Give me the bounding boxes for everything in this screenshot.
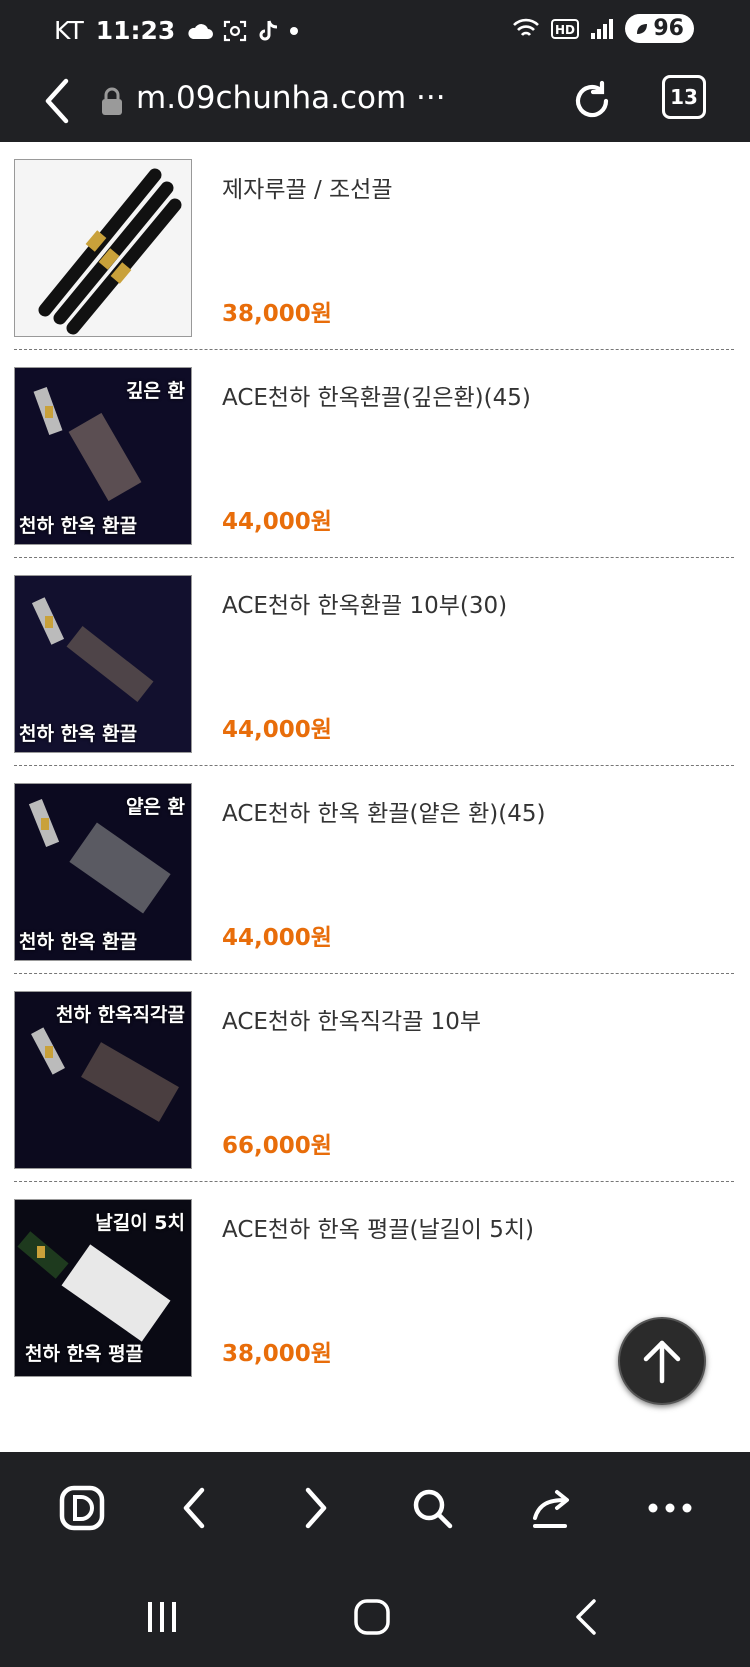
system-back-button[interactable] [556, 1592, 616, 1642]
reload-button[interactable] [566, 72, 618, 130]
nav-back-button[interactable] [164, 1478, 224, 1538]
thumbnail-caption-top: 깊은 환 [125, 380, 185, 402]
product-name[interactable]: ACE천하 한옥환끌(깊은환)(45) [222, 378, 531, 412]
reload-icon [575, 80, 609, 118]
product-item[interactable]: 얕은 환 천하 한옥 환끌 ACE천하 한옥 환끌(얕은 환)(45) 44,0… [14, 766, 734, 973]
chevron-left-icon [183, 1487, 205, 1529]
home-icon [354, 1599, 390, 1635]
lock-icon [102, 87, 122, 115]
tabs-button[interactable]: 13 [662, 75, 706, 119]
product-item[interactable]: 천하 한옥직각끌 ACE천하 한옥직각끌 10부 66,000원 [14, 974, 734, 1181]
system-nav-bar [0, 1564, 750, 1667]
leaf-icon [637, 23, 648, 34]
scroll-to-top-button[interactable] [618, 1317, 706, 1405]
product-item[interactable]: 깊은 환 천하 한옥 환끌 ACE천하 한옥환끌(깊은환)(45) 44,000… [14, 350, 734, 557]
share-icon [533, 1490, 569, 1528]
product-thumbnail[interactable] [14, 159, 192, 337]
share-button[interactable] [522, 1478, 582, 1538]
product-name[interactable]: ACE천하 한옥환끌 10부(30) [222, 586, 507, 620]
thumbnail-caption-bottom: 천하 한옥 평끌 [25, 1343, 144, 1365]
chisel-set-image [15, 160, 191, 336]
hd-icon: HD [551, 18, 580, 39]
product-price: 44,000원 [222, 509, 332, 535]
extension-button[interactable] [52, 1478, 112, 1538]
d-logo-icon [59, 1485, 105, 1531]
product-item[interactable]: 제자루끌 / 조선끌 38,000원 [14, 142, 734, 349]
thumbnail-caption-bottom: 천하 한옥 환끌 [19, 515, 138, 537]
carrier-label: KT [54, 16, 84, 45]
back-button[interactable] [32, 72, 82, 130]
browser-url-bar: m.09chunha.com ··· 13 [0, 60, 750, 142]
product-name[interactable]: ACE천하 한옥 평끌(날길이 5치) [222, 1210, 534, 1244]
home-button[interactable] [342, 1592, 402, 1642]
more-menu-button[interactable] [640, 1478, 700, 1538]
url-field[interactable]: m.09chunha.com ··· [136, 80, 446, 116]
battery-level: 96 [653, 16, 684, 41]
more-horizontal-icon [648, 1503, 692, 1513]
product-list: 제자루끌 / 조선끌 38,000원 깊은 환 천하 한옥 환끌 ACE천하 한… [0, 142, 750, 1452]
recent-apps-button[interactable] [132, 1592, 192, 1642]
screenshot-icon [224, 20, 247, 41]
arrow-up-icon [643, 1340, 681, 1384]
product-name[interactable]: ACE천하 한옥직각끌 10부 [222, 1002, 481, 1036]
product-thumbnail[interactable]: 날길이 5치 천하 한옥 평끌 [14, 1199, 192, 1377]
cloud-icon [188, 23, 214, 39]
search-button[interactable] [402, 1478, 462, 1538]
product-thumbnail[interactable]: 얕은 환 천하 한옥 환끌 [14, 783, 192, 961]
recent-apps-icon [148, 1602, 176, 1632]
chevron-left-icon [576, 1599, 596, 1635]
browser-toolbar [0, 1452, 750, 1564]
thumbnail-caption-top: 천하 한옥직각끌 [56, 1004, 185, 1026]
battery-indicator: 96 [625, 14, 694, 43]
dot-icon [290, 26, 299, 35]
status-left: KT 11:23 [54, 16, 299, 45]
product-thumbnail[interactable]: 깊은 환 천하 한옥 환끌 [14, 367, 192, 545]
thumbnail-caption-bottom: 천하 한옥 환끌 [19, 931, 138, 953]
product-price: 38,000원 [222, 301, 332, 327]
tiktok-icon [259, 20, 278, 40]
clock: 11:23 [95, 16, 176, 45]
status-bar: KT 11:23 HD 96 [0, 0, 750, 60]
thumbnail-caption-top: 얕은 환 [125, 796, 185, 818]
nav-forward-button[interactable] [286, 1478, 346, 1538]
thumbnail-caption-bottom: 천하 한옥 환끌 [19, 723, 138, 745]
signal-icon [591, 18, 614, 39]
chevron-left-icon [45, 78, 69, 124]
product-item[interactable]: 천하 한옥 환끌 ACE천하 한옥환끌 10부(30) 44,000원 [14, 558, 734, 765]
wifi-icon [513, 18, 540, 36]
product-price: 44,000원 [222, 925, 332, 951]
chevron-right-icon [305, 1487, 327, 1529]
product-price: 38,000원 [222, 1341, 332, 1367]
thumbnail-caption-top: 날길이 5치 [95, 1212, 185, 1234]
svg-text:HD: HD [555, 23, 575, 37]
product-price: 44,000원 [222, 717, 332, 743]
product-thumbnail[interactable]: 천하 한옥직각끌 [14, 991, 192, 1169]
product-price: 66,000원 [222, 1133, 332, 1159]
notification-icons [187, 19, 299, 43]
status-right: HD 96 [511, 14, 694, 43]
product-name[interactable]: 제자루끌 / 조선끌 [222, 170, 393, 204]
product-thumbnail[interactable]: 천하 한옥 환끌 [14, 575, 192, 753]
product-name[interactable]: ACE천하 한옥 환끌(얕은 환)(45) [222, 794, 545, 828]
search-icon [413, 1489, 453, 1529]
